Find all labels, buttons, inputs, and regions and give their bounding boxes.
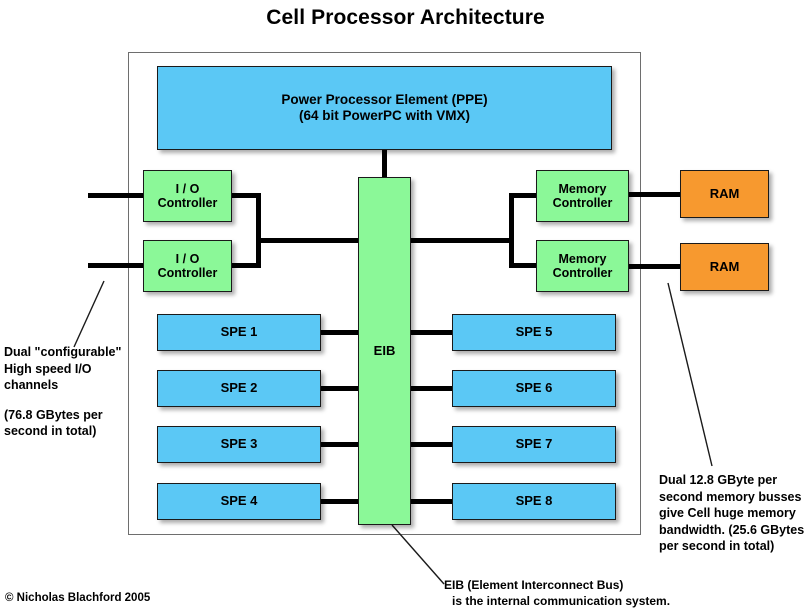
block-eib[interactable]: EIB xyxy=(358,177,411,525)
spe-2-label: SPE 2 xyxy=(220,380,258,396)
spe-8-label: SPE 8 xyxy=(515,493,553,509)
eib-note-line1: EIB (Element Interconnect Bus) xyxy=(444,578,624,592)
memory-note-line2: second memory busses xyxy=(659,489,802,504)
memory-note-line5: per second in total) xyxy=(659,539,775,553)
io-note-line4: (76.8 GBytes per xyxy=(4,407,103,422)
annotation-io-note: Dual "configurable" High speed I/O chann… xyxy=(4,344,144,440)
spe-3-label: SPE 3 xyxy=(220,436,258,452)
block-ram-1[interactable]: RAM xyxy=(680,170,769,218)
spe-6-label: SPE 6 xyxy=(515,380,553,396)
io-controller-2-line1: I / O xyxy=(175,251,200,266)
diagram-canvas: Cell Processor Architecture Power Proces… xyxy=(0,0,811,613)
block-io-controller-1[interactable]: I / O Controller xyxy=(143,170,232,222)
memory-controller-1-line1: Memory xyxy=(558,181,607,196)
spe-4-label: SPE 4 xyxy=(220,493,258,509)
block-ppe[interactable]: Power Processor Element (PPE) (64 bit Po… xyxy=(157,66,612,150)
memory-controller-1-line2: Controller xyxy=(552,196,613,210)
block-spe-1[interactable]: SPE 1 xyxy=(157,314,321,351)
block-spe-5[interactable]: SPE 5 xyxy=(452,314,616,351)
memory-controller-2-line1: Memory xyxy=(558,251,607,266)
annotation-memory-note: Dual 12.8 GByte per second memory busses… xyxy=(659,472,809,555)
block-spe-6[interactable]: SPE 6 xyxy=(452,370,616,407)
spe-1-label: SPE 1 xyxy=(220,324,258,340)
memory-note-line1: Dual 12.8 GByte per xyxy=(659,473,778,487)
block-memory-controller-2[interactable]: Memory Controller xyxy=(536,240,629,292)
block-spe-3[interactable]: SPE 3 xyxy=(157,426,321,463)
block-spe-8[interactable]: SPE 8 xyxy=(452,483,616,520)
ram-2-label: RAM xyxy=(709,258,740,274)
spe-7-label: SPE 7 xyxy=(515,436,553,452)
block-spe-2[interactable]: SPE 2 xyxy=(157,370,321,407)
copyright-notice: © Nicholas Blachford 2005 xyxy=(5,592,151,604)
spe-5-label: SPE 5 xyxy=(515,324,553,340)
block-memory-controller-1[interactable]: Memory Controller xyxy=(536,170,629,222)
block-spe-4[interactable]: SPE 4 xyxy=(157,483,321,520)
ram-1-label: RAM xyxy=(709,185,740,201)
io-note-line1: Dual "configurable" xyxy=(4,345,122,359)
block-spe-7[interactable]: SPE 7 xyxy=(452,426,616,463)
ppe-label-line1: Power Processor Element (PPE) xyxy=(281,92,488,108)
ppe-label-line2: (64 bit PowerPC with VMX) xyxy=(298,108,470,123)
eib-label: EIB xyxy=(373,342,396,358)
eib-note-line2: is the internal communication system. xyxy=(452,593,671,608)
block-io-controller-2[interactable]: I / O Controller xyxy=(143,240,232,292)
io-note-line3: channels xyxy=(4,378,59,392)
io-controller-1-line2: Controller xyxy=(157,196,218,210)
memory-note-line4: bandwidth. (25.6 GBytes xyxy=(659,522,805,537)
block-ram-2[interactable]: RAM xyxy=(680,243,769,291)
io-note-line2: High speed I/O xyxy=(4,361,92,376)
memory-note-line3: give Cell huge memory xyxy=(659,506,796,520)
annotation-eib-note: EIB (Element Interconnect Bus) is the in… xyxy=(444,578,724,610)
io-controller-2-line2: Controller xyxy=(157,266,218,280)
memory-controller-2-line2: Controller xyxy=(552,266,613,280)
io-note-line5: second in total) xyxy=(4,424,97,438)
io-controller-1-line1: I / O xyxy=(175,181,200,196)
